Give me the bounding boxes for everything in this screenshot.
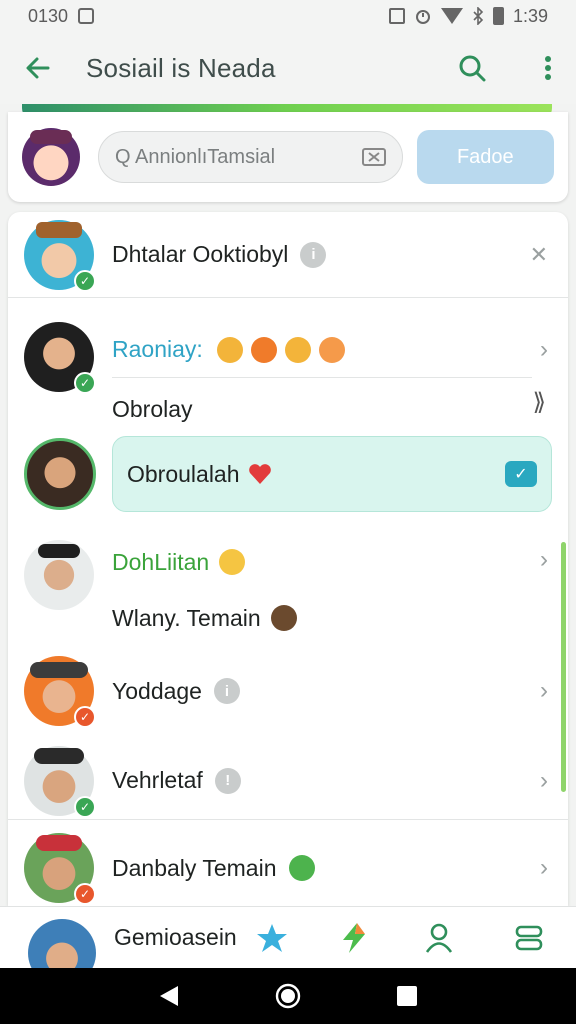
chat-check-icon[interactable]: ✓ [505,461,537,487]
list-item[interactable]: ✓ Yoddage i › [8,652,568,730]
search-icon[interactable] [458,54,486,82]
contact-subtitle: Obrolay [112,395,193,422]
scrollbar[interactable] [561,542,566,792]
contact-name: Dhtalar Ooktiobyl [112,241,289,267]
bottom-bar: Gemioasein [0,906,576,987]
status-time-right: 1:39 [512,5,548,26]
verified-check-icon: ✓ [74,269,96,292]
contact-list: ✓ Dhtalar Ooktiobyl i ✕ ✓ Raoniay: Obrol… [8,212,568,906]
avatar [24,438,96,510]
more-vert-icon[interactable] [544,55,552,81]
avatar [24,540,94,610]
back-arrow-icon[interactable] [24,54,52,82]
close-icon[interactable]: ✕ [530,242,548,268]
owl-emoji-icon [270,605,297,631]
chat-bubble[interactable]: Obroulalah ✓ [112,436,552,512]
contact-subtitle: Wlany. Temain [112,604,261,631]
list-item[interactable]: ✓ Vehrletaf ! › [8,742,568,820]
avatar[interactable] [22,128,80,186]
list-item[interactable]: ✓ Raoniay: Obrolay › ⟫ [8,308,568,428]
info-icon[interactable]: ! [214,767,241,794]
search-placeholder: Q AnnionlıTamsial [115,145,276,168]
wifi-icon [440,8,463,24]
list-item[interactable]: ✓ Danbaly Temain › [8,830,568,906]
clear-search-icon[interactable] [361,147,386,167]
search-button[interactable]: Fadoe [416,130,554,184]
chevron-right-icon[interactable]: › [540,546,548,574]
person-icon[interactable] [425,923,453,953]
avatar: ✓ [24,219,96,292]
home-circle-icon[interactable] [275,983,301,1009]
stack-icon[interactable] [515,924,543,952]
search-card: Q AnnionlıTamsial Fadoe [8,112,568,202]
contact-name: Obroulalah [127,460,240,487]
smirk-emoji-icon [216,336,243,363]
blush-emoji-icon [318,336,345,363]
avatar: ✓ [24,745,96,818]
star-icon[interactable] [255,922,289,954]
contact-name: DohLiitan [112,548,210,575]
heart-icon [248,464,271,484]
alarm-icon [415,10,430,24]
grin-emoji-icon [284,336,311,363]
info-icon[interactable]: i [213,678,240,704]
info-icon[interactable]: i [300,241,327,268]
status-cross-icon: ✓ [74,883,96,905]
contact-name: Vehrletaf [112,767,203,793]
profile-name: Gemioasein [114,924,237,950]
page-title: Sosiail is Neada [86,52,276,83]
verified-check-icon: ✓ [74,372,96,394]
back-triangle-icon[interactable] [158,984,180,1008]
contact-name: Raoniay: [112,336,203,362]
chevron-right-icon[interactable]: › [540,677,548,705]
lightning-icon[interactable] [339,922,369,954]
contact-name: Danbaly Temain [112,854,277,881]
no-sim-icon [388,8,405,24]
status-time-left: 0130 [28,5,69,26]
search-input[interactable]: Q AnnionlıTamsial [98,131,403,183]
smile-icon [288,855,315,881]
photo-icon [78,8,95,24]
status-bar: 0130 1:39 [0,0,576,32]
app-bar: Sosiail is Neada [0,32,576,104]
list-item[interactable]: DohLiitan Wlany. Temain › [8,534,568,646]
avatar: ✓ [24,656,96,728]
emoji-icon [219,549,246,575]
battery-icon [492,7,504,25]
avatar: ✓ [24,833,96,905]
chevron-right-icon[interactable]: › [540,336,548,364]
verified-check-icon: ✓ [74,795,96,818]
chevron-right-icon[interactable]: › [540,767,548,795]
status-cross-icon: ✓ [74,706,96,728]
chevron-right-icon[interactable]: › [540,854,548,882]
contact-name: Yoddage [112,677,202,704]
tag-arrow-icon[interactable]: ⟫ [533,388,546,417]
list-item[interactable]: ✓ Dhtalar Ooktiobyl i ✕ [8,212,568,298]
avatar: ✓ [24,322,96,394]
worried-emoji-icon [250,336,277,363]
system-nav-bar [0,968,576,1024]
recents-square-icon[interactable] [396,985,418,1007]
bluetooth-icon [473,7,484,25]
